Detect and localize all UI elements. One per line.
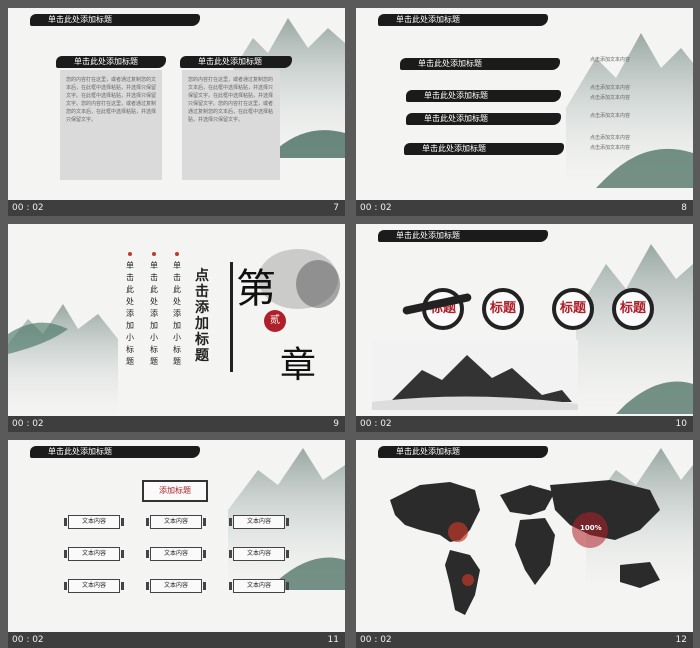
red-dot-icon: [128, 252, 132, 256]
text-box-3: 文本内容: [229, 515, 289, 529]
slide-duration: 00 : 02: [360, 635, 392, 645]
red-dot-icon: [175, 252, 179, 256]
add-title-button[interactable]: 添加标题: [142, 480, 208, 502]
note-6: 点击添加文本内容: [590, 145, 631, 151]
text-box-6: 文本内容: [229, 547, 289, 561]
slide-number: 9: [333, 419, 339, 429]
slide-thumbnail-9[interactable]: 单击此处添加小标题 单击此处添加小标题 单击此处添加小标题 点击添加标题 第 贰…: [8, 224, 345, 432]
text-box-4: 文本内容: [64, 547, 124, 561]
text-box-1: 文本内容: [64, 515, 124, 529]
slide-canvas: 单击此处添加标题 标题 标题 标题 标题: [356, 224, 693, 416]
note-1: 点击添加文本内容: [590, 57, 631, 63]
slide-thumbnail-10[interactable]: 单击此处添加标题 标题 标题 标题 标题 00 : 02 10: [356, 224, 693, 432]
text-box-5: 文本内容: [146, 547, 206, 561]
slide-footer: 00 : 02 10: [356, 416, 693, 432]
slide-footer: 00 : 02 12: [356, 632, 693, 648]
slide-footer: 00 : 02 9: [8, 416, 345, 432]
text-box-8: 文本内容: [146, 579, 206, 593]
note-5: 点击添加文本内容: [590, 135, 631, 141]
slide-thumbnail-11[interactable]: 单击此处添加标题 添加标题 文本内容 文本内容 文本内容 文本内容 文本内容 文…: [8, 440, 345, 648]
slide-title-brush: 单击此处添加标题: [30, 14, 200, 26]
slide-number: 11: [327, 635, 339, 645]
slide-duration: 00 : 02: [360, 203, 392, 213]
slide-duration: 00 : 02: [12, 419, 44, 429]
ink-mountain-photo: [372, 340, 578, 410]
title-circle-3: 标题: [552, 288, 594, 330]
list-item-3: 单击此处添加标题: [406, 113, 561, 125]
slide-title-brush: 单击此处添加标题: [378, 14, 548, 26]
right-text-body: 您的内容打在这里，或者通过复制您的文本后，在此框中选择粘贴，并选择只保留文字。在…: [188, 77, 274, 123]
ink-stroke: [230, 262, 233, 372]
world-map-graphic: [390, 480, 660, 615]
chapter-character-2: 章: [280, 345, 317, 386]
slide-footer: 00 : 02 8: [356, 200, 693, 216]
red-dot-icon: [152, 252, 156, 256]
slide-thumbnail-12[interactable]: 单击此处添加标题 100% 00 : 02 12: [356, 440, 693, 648]
text-box-2: 文本内容: [146, 515, 206, 529]
list-item-2: 单击此处添加标题: [406, 90, 561, 102]
note-4: 点击添加文本内容: [590, 113, 631, 119]
subtitle-column-3: 单击此处添加小标题: [172, 252, 182, 368]
chapter-seal: 贰: [264, 310, 286, 332]
mountain-graphic: [8, 304, 118, 416]
text-box-9: 文本内容: [229, 579, 289, 593]
title-circle-4: 标题: [612, 288, 654, 330]
slide-canvas: 单击此处添加小标题 单击此处添加小标题 单击此处添加小标题 点击添加标题 第 贰…: [8, 224, 345, 416]
slide-number: 7: [333, 203, 339, 213]
right-text-panel: 您的内容打在这里，或者通过复制您的文本后，在此框中选择粘贴，并选择只保留文字。在…: [182, 70, 280, 180]
slide-canvas: 单击此处添加标题 添加标题 文本内容 文本内容 文本内容 文本内容 文本内容 文…: [8, 440, 345, 632]
slide-number: 10: [675, 419, 687, 429]
slide-canvas: 单击此处添加标题 100%: [356, 440, 693, 632]
slide-duration: 00 : 02: [12, 635, 44, 645]
slide-footer: 00 : 02 11: [8, 632, 345, 648]
mountain-graphic: [566, 33, 693, 188]
left-column-title: 单击此处添加标题: [56, 56, 166, 68]
note-3: 点击添加文本内容: [590, 95, 631, 101]
left-text-panel: 您的内容打在这里，或者通过复制您的文本后，在此框中选择粘贴，并选择只保留文字。在…: [60, 70, 162, 180]
list-item-1: 单击此处添加标题: [400, 58, 560, 70]
slide-thumbnail-8[interactable]: 单击此处添加标题 单击此处添加标题 单击此处添加标题 单击此处添加标题 单击此处…: [356, 8, 693, 216]
slide-title-brush: 单击此处添加标题: [378, 446, 548, 458]
slide-duration: 00 : 02: [12, 203, 44, 213]
section-title: 点击添加标题: [195, 268, 209, 364]
subtitle-column-1: 单击此处添加小标题: [125, 252, 135, 368]
slide-duration: 00 : 02: [360, 419, 392, 429]
slide-thumbnail-7[interactable]: 单击此处添加标题 单击此处添加标题 您的内容打在这里，或者通过复制您的文本后，在…: [8, 8, 345, 216]
left-text-body: 您的内容打在这里，或者通过复制您的文本后，在此框中选择粘贴，并选择只保留文字。在…: [66, 77, 157, 123]
slide-footer: 00 : 02 7: [8, 200, 345, 216]
slide-canvas: 单击此处添加标题 单击此处添加标题 单击此处添加标题 单击此处添加标题 单击此处…: [356, 8, 693, 200]
subtitle-column-2: 单击此处添加小标题: [149, 252, 159, 368]
chapter-character-1: 第: [236, 266, 276, 312]
note-2: 点击添加文本内容: [590, 85, 631, 91]
right-column-title: 单击此处添加标题: [180, 56, 292, 68]
slide-canvas: 单击此处添加标题 单击此处添加标题 您的内容打在这里，或者通过复制您的文本后，在…: [8, 8, 345, 200]
slide-title-brush: 单击此处添加标题: [30, 446, 200, 458]
slide-title-brush: 单击此处添加标题: [378, 230, 548, 242]
map-marker-label: 100%: [580, 524, 602, 532]
text-box-7: 文本内容: [64, 579, 124, 593]
slide-number: 8: [681, 203, 687, 213]
title-circle-2: 标题: [482, 288, 524, 330]
list-item-4: 单击此处添加标题: [404, 143, 564, 155]
slide-number: 12: [675, 635, 687, 645]
